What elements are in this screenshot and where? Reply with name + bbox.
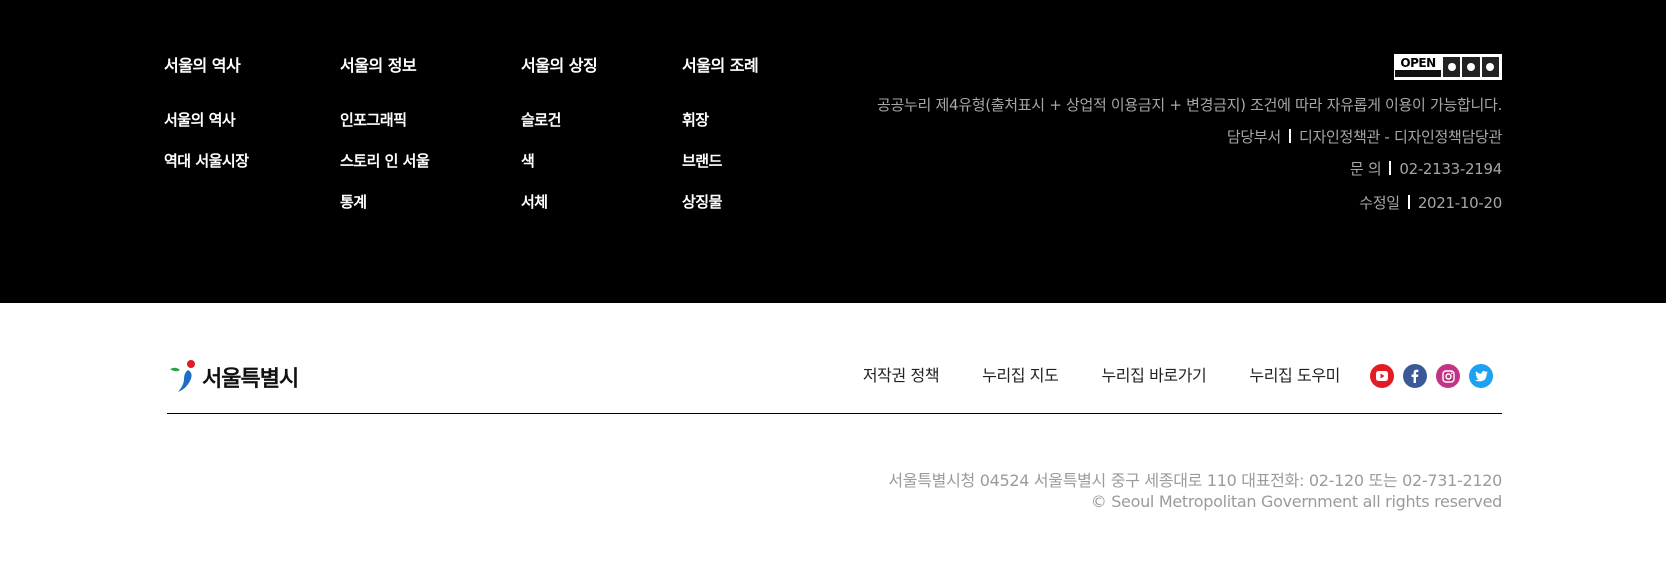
license-info: OPEN 공공누리 제4유형(출처표시 + 상업적 이용금지 + 변경금지) 조… <box>822 53 1502 217</box>
attribution-icon <box>1443 57 1461 77</box>
footer-column-history: 서울의 역사 서울의 역사 역대 서울시장 <box>164 55 249 191</box>
modified-label: 수정일 <box>1359 194 1400 212</box>
link-seoul-history[interactable]: 서울의 역사 <box>164 109 249 131</box>
department-line: 담당부서 디자인정책관 - 디자인정책담당관 <box>822 123 1502 151</box>
kogl-open-badge[interactable]: OPEN <box>1394 54 1502 80</box>
link-story-in-seoul[interactable]: 스토리 인 서울 <box>340 150 430 172</box>
link-statistics[interactable]: 통계 <box>340 191 429 213</box>
department-label: 담당부서 <box>1226 128 1281 146</box>
sns-links <box>1370 364 1493 388</box>
link-brand[interactable]: 브랜드 <box>682 150 758 172</box>
column-title: 서울의 상징 <box>521 56 598 75</box>
twitter-icon[interactable] <box>1469 364 1493 388</box>
link-emblem[interactable]: 휘장 <box>682 109 758 131</box>
shortcuts-link[interactable]: 누리집 바로가기 <box>1101 364 1206 388</box>
footer-column-info: 서울의 정보 인포그래픽 스토리 인 서울 통계 <box>340 55 430 232</box>
seoul-symbol-icon <box>170 360 195 392</box>
footer-bottom: 서울특별시 저작권 정책 누리집 지도 누리집 바로가기 누리집 도우미 서울특… <box>0 303 1666 564</box>
sitemap-link[interactable]: 누리집 지도 <box>982 364 1059 388</box>
seoul-logo[interactable]: 서울특별시 <box>168 358 299 396</box>
column-title: 서울의 정보 <box>340 56 417 75</box>
address-line: 서울특별시청 04524 서울특별시 중구 세종대로 110 대표전화: 02-… <box>888 471 1502 490</box>
footer-column-symbols: 서울의 상징 슬로건 색 서체 <box>521 55 598 232</box>
footer-nav: 저작권 정책 누리집 지도 누리집 바로가기 누리집 도우미 <box>820 364 1341 388</box>
noncommercial-icon <box>1462 57 1480 77</box>
open-badge-word: OPEN <box>1400 56 1436 70</box>
link-typeface[interactable]: 서체 <box>521 191 597 213</box>
department-value: 디자인정책관 - 디자인정책담당관 <box>1298 128 1502 146</box>
no-derivatives-icon <box>1481 57 1499 77</box>
link-infographic[interactable]: 인포그래픽 <box>340 109 429 131</box>
column-title: 서울의 조례 <box>682 56 759 75</box>
contact-value: 02-2133-2194 <box>1399 160 1502 178</box>
contact-line: 문 의 02-2133-2194 <box>822 155 1502 183</box>
contact-label: 문 의 <box>1349 160 1382 178</box>
footer-column-ordinance: 서울의 조례 휘장 브랜드 상징물 <box>682 55 759 232</box>
site-help-link[interactable]: 누리집 도우미 <box>1249 364 1340 388</box>
link-symbols[interactable]: 상징물 <box>682 191 758 213</box>
facebook-icon[interactable] <box>1403 364 1427 388</box>
modified-value: 2021-10-20 <box>1417 194 1502 212</box>
footer-divider <box>167 413 1502 414</box>
youtube-icon[interactable] <box>1370 364 1394 388</box>
modified-date-line: 수정일 2021-10-20 <box>822 189 1502 217</box>
link-color[interactable]: 색 <box>521 150 597 172</box>
license-text: 공공누리 제4유형(출처표시 + 상업적 이용금지 + 변경금지) 조건에 따라… <box>876 96 1502 114</box>
copyright-line: © Seoul Metropolitan Government all righ… <box>1090 492 1503 511</box>
address-block: 서울특별시청 04524 서울특별시 중구 세종대로 110 대표전화: 02-… <box>888 470 1502 512</box>
link-slogan[interactable]: 슬로건 <box>521 109 597 131</box>
column-title: 서울의 역사 <box>164 56 241 75</box>
logo-text: 서울특별시 <box>202 367 299 392</box>
copyright-policy-link[interactable]: 저작권 정책 <box>863 364 940 388</box>
instagram-icon[interactable] <box>1436 364 1460 388</box>
footer-top: 서울의 역사 서울의 역사 역대 서울시장 서울의 정보 인포그래픽 스토리 인… <box>0 0 1666 303</box>
link-past-mayors[interactable]: 역대 서울시장 <box>164 150 249 172</box>
